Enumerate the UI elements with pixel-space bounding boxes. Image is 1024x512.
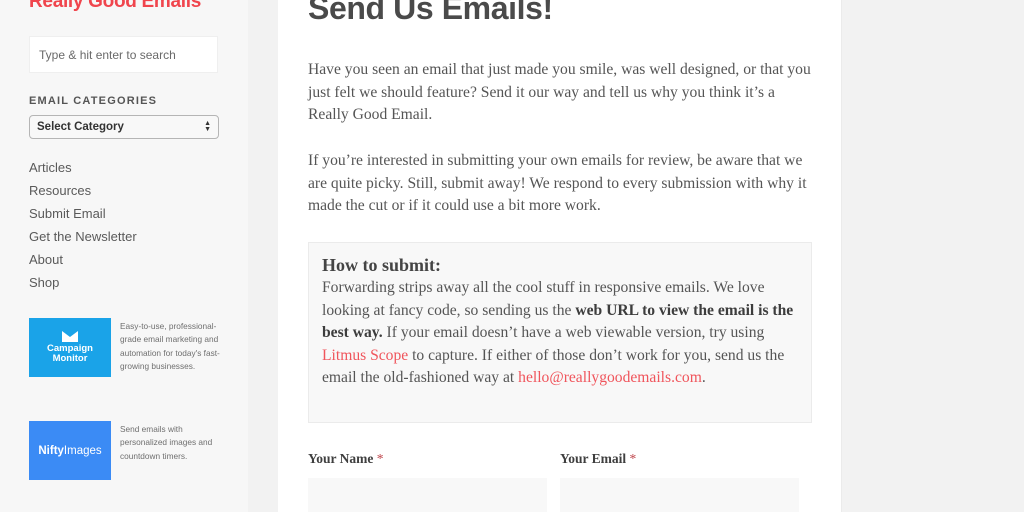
campaign-monitor-line2: Monitor <box>52 353 88 364</box>
sidebar-item-shop[interactable]: Shop <box>29 274 137 297</box>
sidebar-item-submit-email[interactable]: Submit Email <box>29 205 137 228</box>
litmus-scope-link[interactable]: Litmus Scope <box>322 347 408 364</box>
main-content: Send Us Emails! Have you seen an email t… <box>278 0 841 512</box>
sidebar-item-about[interactable]: About <box>29 251 137 274</box>
required-marker: * <box>376 451 384 466</box>
how-to-submit-box: How to submit: Forwarding strips away al… <box>308 242 812 423</box>
campaign-monitor-description: Easy-to-use, professional-grade email ma… <box>120 321 220 371</box>
right-background <box>841 0 1024 512</box>
intro-paragraph: Have you seen an email that just made yo… <box>308 61 811 123</box>
sidebar-gutter <box>248 0 278 512</box>
how-to-submit-body: Forwarding strips away all the cool stuf… <box>322 277 798 390</box>
nifty-images-ad: NiftyImages Send emails with personalize… <box>29 421 229 480</box>
category-select[interactable]: Select Category ▲ ▼ <box>29 115 219 139</box>
your-name-label: Your Name * <box>308 451 384 467</box>
categories-heading: EMAIL CATEGORIES <box>29 95 158 107</box>
your-email-input[interactable] <box>560 478 799 512</box>
page-title: Send Us Emails! <box>308 0 553 26</box>
search-input[interactable] <box>29 36 218 73</box>
how-to-submit-title: How to submit: <box>322 255 442 275</box>
nifty-images-logo[interactable]: NiftyImages <box>29 421 111 480</box>
sidebar-nav: Articles Resources Submit Email Get the … <box>29 159 137 297</box>
sidebar-item-newsletter[interactable]: Get the Newsletter <box>29 228 137 251</box>
sidebar-item-resources[interactable]: Resources <box>29 182 137 205</box>
site-title-link[interactable]: Really Good Emails <box>29 0 201 13</box>
email-address-link[interactable]: hello@reallygoodemails.com <box>518 369 702 386</box>
campaign-monitor-logo[interactable]: Campaign Monitor <box>29 318 111 377</box>
your-name-input[interactable] <box>308 478 547 512</box>
required-marker: * <box>629 451 637 466</box>
envelope-icon <box>62 331 78 342</box>
category-select-value: Select Category <box>37 121 124 133</box>
campaign-monitor-ad: Campaign Monitor Easy-to-use, profession… <box>29 318 229 377</box>
how-to-text: . <box>701 369 706 386</box>
your-email-label: Your Email * <box>560 451 636 467</box>
nifty-images-brand-light: Images <box>63 444 102 457</box>
nifty-images-description: Send emails with personalized images and… <box>120 424 213 461</box>
sidebar: Really Good Emails EMAIL CATEGORIES Sele… <box>0 0 248 512</box>
review-paragraph: If you’re interested in submitting your … <box>308 152 807 214</box>
nifty-images-brand-bold: Nifty <box>38 444 64 457</box>
name-label-text: Your Name <box>308 451 374 466</box>
select-arrows-icon: ▲ ▼ <box>204 120 211 133</box>
how-to-text: If your email doesn’t have a web viewabl… <box>382 324 765 341</box>
sidebar-item-articles[interactable]: Articles <box>29 159 137 182</box>
email-label-text: Your Email <box>560 451 627 466</box>
